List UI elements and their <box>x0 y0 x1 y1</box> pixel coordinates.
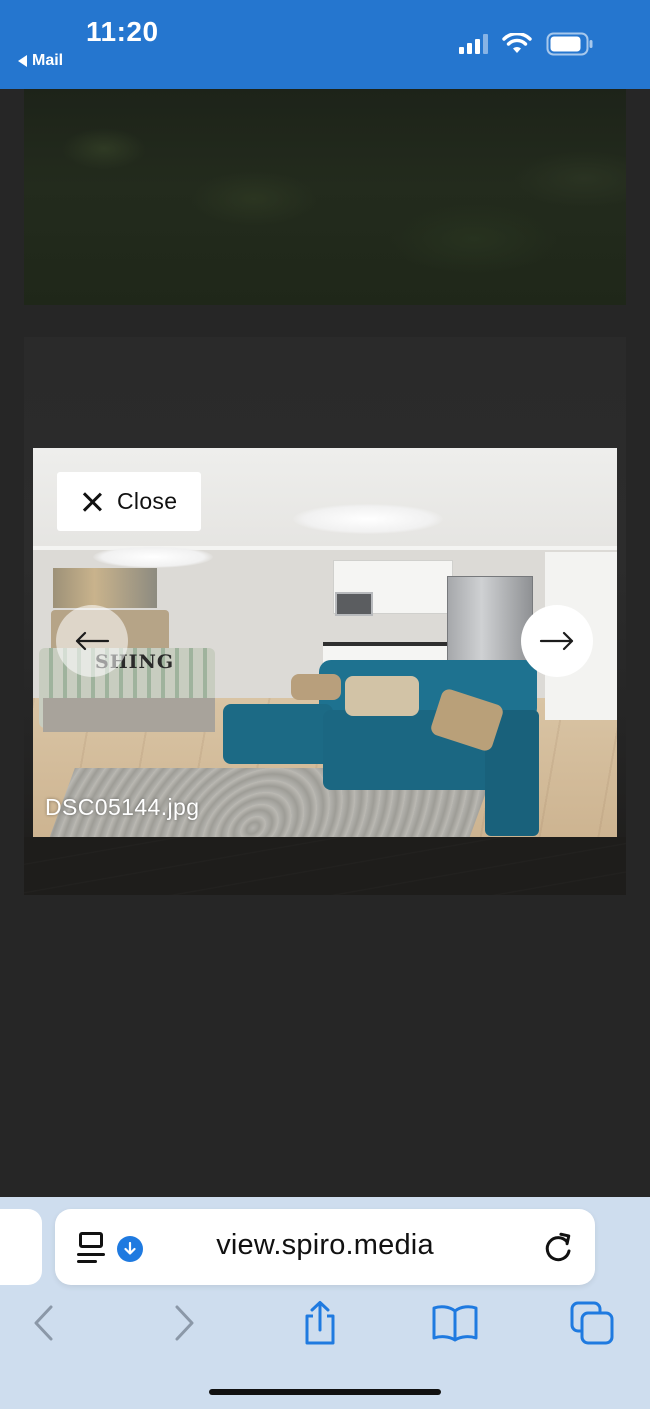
close-icon <box>81 491 103 513</box>
sofa-chaise <box>223 704 333 764</box>
gallery-photo-floor <box>24 837 626 895</box>
status-icons <box>459 32 594 56</box>
address-bar[interactable]: view.spiro.media <box>55 1209 595 1285</box>
close-label: Close <box>117 488 178 514</box>
back-to-mail-button[interactable]: Mail <box>18 52 63 70</box>
url-text[interactable]: view.spiro.media <box>55 1229 595 1262</box>
safari-toolbar <box>0 1292 650 1352</box>
bookmarks-icon <box>432 1305 478 1342</box>
back-icon <box>34 1305 53 1341</box>
cellular-signal-icon <box>459 34 488 54</box>
forward-button[interactable] <box>160 1298 210 1348</box>
lightbox-image: SHING Close DSC05144.jpg <box>33 448 617 837</box>
share-button[interactable] <box>295 1298 345 1348</box>
share-icon <box>305 1301 335 1345</box>
wall-art <box>53 568 157 608</box>
image-filename: DSC05144.jpg <box>45 794 200 820</box>
back-app-label: Mail <box>32 52 64 69</box>
status-time: 11:20 <box>86 16 159 47</box>
arrow-left-icon <box>75 631 110 651</box>
home-indicator[interactable] <box>209 1389 441 1395</box>
battery-icon <box>546 32 593 56</box>
previous-tab-peek[interactable] <box>0 1209 42 1285</box>
microwave <box>335 592 373 616</box>
status-bar: 11:20 Mail <box>0 0 650 89</box>
wifi-icon <box>502 33 532 53</box>
safari-bottom-bar: view.spiro.media <box>0 1197 650 1409</box>
pillow <box>291 674 341 700</box>
close-button[interactable]: Close <box>57 472 201 531</box>
tabs-button[interactable] <box>567 1298 617 1348</box>
reload-icon[interactable] <box>542 1231 576 1265</box>
ceiling-fan <box>293 504 443 534</box>
ceiling-fan-2 <box>93 546 213 568</box>
back-button[interactable] <box>18 1298 68 1348</box>
next-image-button[interactable] <box>521 605 593 677</box>
gallery-photo-aerial[interactable] <box>24 89 626 305</box>
arrow-right-icon <box>539 631 574 651</box>
pillow <box>345 676 419 716</box>
back-triangle-icon <box>18 55 27 67</box>
previous-image-button[interactable] <box>56 605 128 677</box>
tabs-icon <box>570 1301 614 1345</box>
bookmarks-button[interactable] <box>430 1298 480 1348</box>
forward-icon <box>175 1305 194 1341</box>
